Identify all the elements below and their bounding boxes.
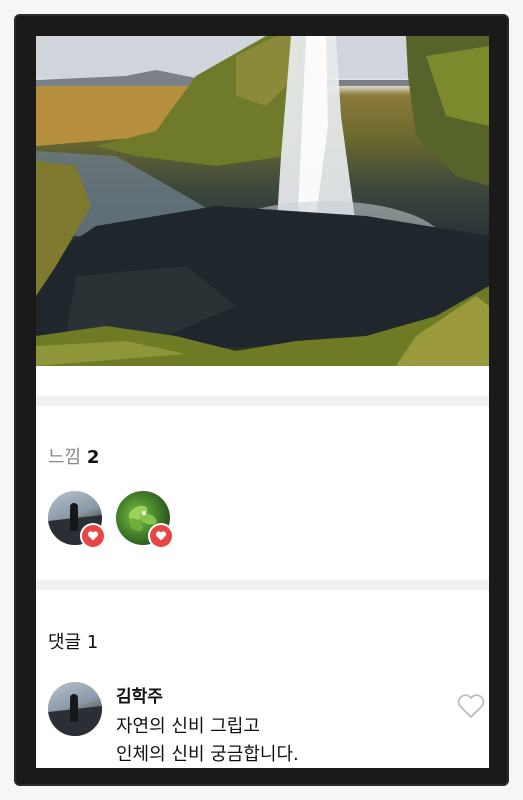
like-comment-button[interactable] — [456, 692, 486, 724]
comments-count: 1 — [86, 632, 99, 653]
post-screen: 느낌 2 댓글 1 김학주 자연의 신비 그립고 인체의 신비 궁금합니다. — [36, 36, 489, 768]
heart-reaction-icon — [148, 523, 174, 549]
heart-icon — [87, 531, 99, 541]
heart-outline-icon — [457, 694, 485, 719]
comment-text-line: 인체의 신비 궁금합니다. — [116, 744, 299, 765]
comments-label: 댓글 — [48, 632, 82, 653]
post-photo[interactable] — [36, 36, 489, 366]
waterfall-image — [36, 36, 489, 366]
feelings-label: 느낌 — [48, 447, 82, 468]
comment-author[interactable]: 김학주 — [116, 682, 163, 707]
comment-avatar[interactable] — [48, 682, 102, 736]
section-divider — [36, 396, 489, 406]
comment-text-line: 자연의 신비 그립고 — [116, 716, 260, 737]
feelings-count: 2 — [86, 447, 100, 468]
feelings-header: 느낌 2 — [48, 443, 99, 469]
heart-icon — [155, 531, 167, 541]
section-divider — [36, 580, 489, 590]
heart-reaction-icon — [80, 523, 106, 549]
person-silhouette — [48, 694, 102, 736]
comments-header: 댓글 1 — [48, 628, 98, 654]
